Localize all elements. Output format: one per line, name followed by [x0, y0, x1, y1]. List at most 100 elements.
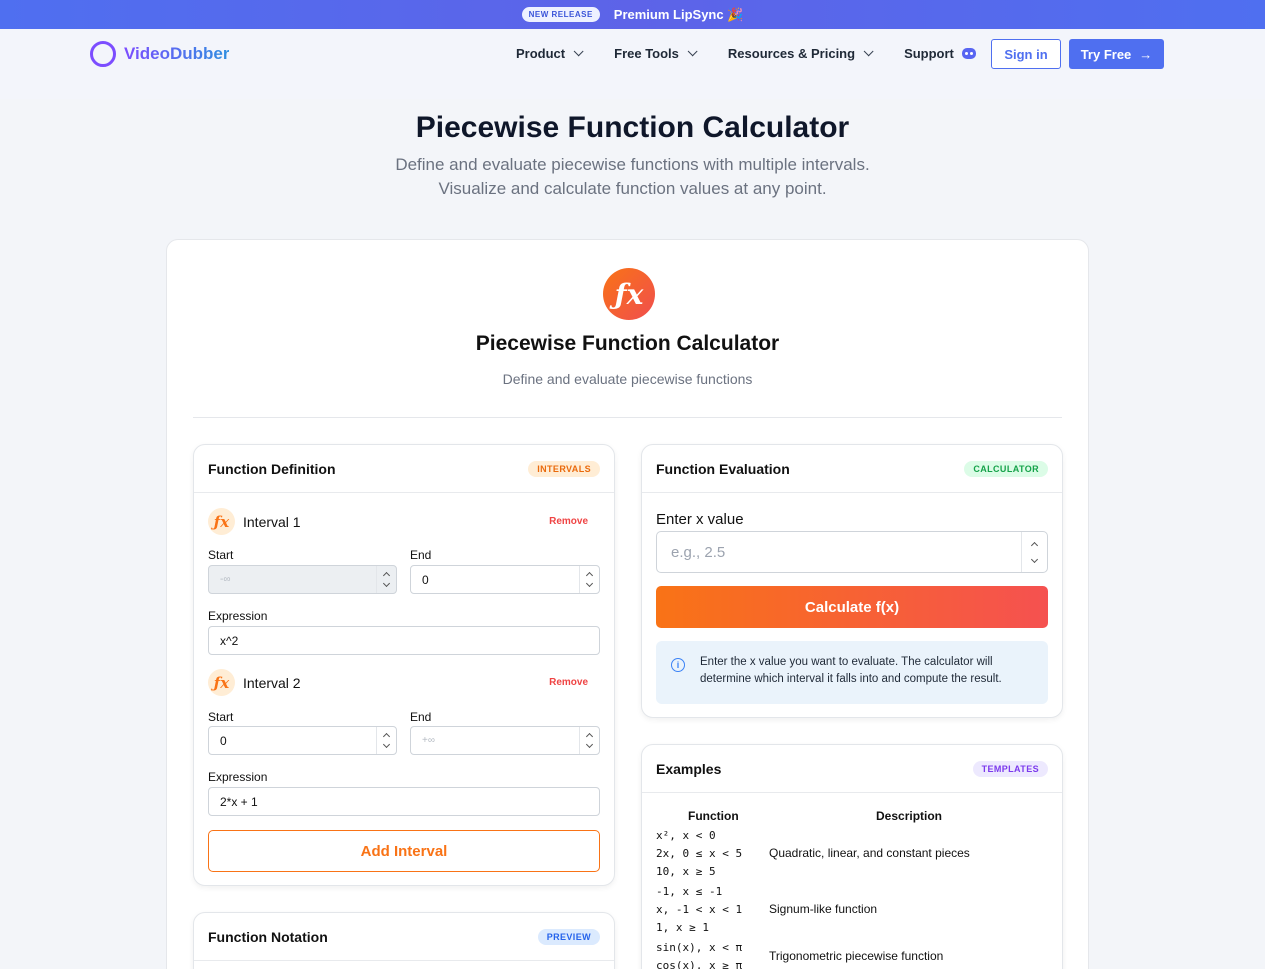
preview-badge: PREVIEW — [537, 928, 600, 945]
function-piece: 10, x ≥ 5 — [656, 865, 716, 878]
chevron-up-icon[interactable] — [382, 732, 391, 741]
info-box: i Enter the x value you want to evaluate… — [656, 641, 1048, 704]
panel-title: Function Notation — [208, 928, 328, 945]
announcement-banner[interactable]: NEW RELEASE Premium LipSync 🎉 — [0, 0, 1265, 29]
chevron-down-icon[interactable] — [585, 740, 594, 749]
end-label: End — [410, 710, 432, 724]
stepper[interactable] — [1021, 532, 1047, 572]
chevron-up-icon[interactable] — [585, 732, 594, 741]
menu-resources-label: Resources & Pricing — [727, 46, 856, 61]
panel-header: Examples TEMPLATES — [642, 745, 1062, 793]
expression-value: 2*x + 1 — [220, 794, 258, 809]
remove-interval-2-button[interactable]: Remove — [549, 677, 588, 688]
interval-1-end-input[interactable]: 0 — [410, 565, 600, 594]
interval-1-header: ƒx Interval 1 — [208, 508, 301, 535]
function-icon: ƒx — [603, 268, 655, 320]
templates-badge: TEMPLATES — [972, 760, 1048, 777]
subtitle-line-1: Define and evaluate piecewise functions … — [395, 155, 870, 174]
start-label: Start — [208, 548, 234, 562]
interval-label: Interval 2 — [243, 674, 301, 691]
card-subtitle: Define and evaluate piecewise functions — [502, 371, 753, 387]
example-row[interactable]: sin(x), x < π cos(x), x ≥ π Trigonometri… — [656, 939, 1048, 969]
chevron-down-icon — [573, 46, 584, 57]
banner-text[interactable]: Premium LipSync 🎉 — [614, 7, 744, 23]
panel-title: Function Evaluation — [656, 460, 790, 477]
discord-icon — [961, 48, 976, 59]
x-value-input[interactable]: e.g., 2.5 — [656, 531, 1048, 573]
column-header-description: Description — [876, 809, 943, 823]
chevron-up-icon — [382, 571, 391, 580]
stepper[interactable] — [579, 727, 599, 754]
function-evaluation-panel: Function Evaluation CALCULATOR Enter x v… — [641, 444, 1063, 718]
card-title: Piecewise Function Calculator — [475, 332, 780, 355]
end-placeholder: +∞ — [422, 735, 435, 746]
info-text: Enter the x value you want to evaluate. … — [700, 656, 1002, 685]
sign-in-button[interactable]: Sign in — [991, 39, 1061, 69]
start-label: Start — [208, 710, 234, 724]
calculate-button[interactable]: Calculate f(x) — [656, 586, 1048, 628]
chevron-down-icon — [687, 46, 698, 57]
example-description: Trigonometric piecewise function — [769, 949, 944, 963]
function-definition-panel: Function Definition INTERVALS ƒx Interva… — [193, 444, 615, 886]
menu-product[interactable]: Product — [516, 46, 584, 61]
menu-free-tools-label: Free Tools — [614, 46, 679, 61]
interval-1-expression-input[interactable]: x^2 — [208, 626, 600, 655]
panel-title: Function Definition — [208, 460, 336, 477]
function-piece: x², x < 0 — [656, 829, 716, 842]
examples-panel: Examples TEMPLATES Function Description … — [641, 744, 1063, 969]
end-label: End — [410, 548, 432, 562]
menu-support[interactable]: Support — [904, 46, 976, 61]
chevron-down-icon[interactable] — [585, 579, 594, 588]
column-header-function: Function — [688, 809, 739, 823]
interval-2-expression-input[interactable]: 2*x + 1 — [208, 787, 600, 816]
chevron-up-icon[interactable] — [585, 571, 594, 580]
menu-product-label: Product — [516, 46, 566, 61]
example-row[interactable]: -1, x ≤ -1 x, -1 < x < 1 1, x ≥ 1 Signum… — [656, 883, 1048, 937]
top-navigation: VideoDubber Product Free Tools Resources… — [0, 29, 1265, 99]
panel-header: Function Notation PREVIEW — [194, 913, 614, 961]
example-description: Signum-like function — [769, 902, 878, 916]
intervals-badge: INTERVALS — [528, 460, 600, 477]
example-description: Quadratic, linear, and constant pieces — [769, 846, 970, 860]
menu-resources-pricing[interactable]: Resources & Pricing — [727, 46, 874, 61]
chevron-down-icon[interactable] — [1030, 555, 1039, 563]
calculator-badge: CALCULATOR — [964, 460, 1048, 477]
new-release-pill: NEW RELEASE — [521, 7, 600, 22]
calculator-card: ƒx Piecewise Function Calculator Define … — [166, 239, 1089, 969]
function-icon: ƒx — [208, 508, 235, 535]
info-icon: i — [671, 658, 685, 672]
brand-logo[interactable]: VideoDubber — [90, 41, 229, 67]
panel-header: Function Evaluation CALCULATOR — [642, 445, 1062, 493]
stepper[interactable] — [376, 727, 396, 754]
add-interval-button[interactable]: Add Interval — [208, 830, 600, 872]
expression-label: Expression — [208, 770, 268, 784]
chevron-down-icon — [382, 579, 391, 588]
stepper[interactable] — [579, 566, 599, 593]
function-piece: 1, x ≥ 1 — [656, 921, 709, 934]
function-notation-panel: Function Notation PREVIEW — [193, 912, 615, 969]
remove-interval-1-button[interactable]: Remove — [549, 516, 588, 527]
menu-free-tools[interactable]: Free Tools — [614, 46, 698, 61]
function-piece: -1, x ≤ -1 — [656, 885, 723, 898]
interval-2-end-input[interactable]: +∞ — [410, 726, 600, 755]
x-value-placeholder: e.g., 2.5 — [671, 543, 726, 561]
menu-support-label: Support — [904, 46, 954, 61]
subtitle-line-2: Visualize and calculate function values … — [438, 179, 827, 198]
example-row[interactable]: x², x < 0 2x, 0 ≤ x < 5 10, x ≥ 5 Quadra… — [656, 827, 1048, 881]
chevron-up-icon[interactable] — [1030, 541, 1039, 549]
page-subtitle: Define and evaluate piecewise functions … — [0, 153, 1265, 201]
expression-label: Expression — [208, 609, 268, 623]
start-value: 0 — [220, 733, 227, 748]
brand-name: VideoDubber — [124, 44, 230, 63]
expression-value: x^2 — [220, 633, 239, 648]
interval-1-start-input: -∞ — [208, 565, 397, 594]
logo-ring-icon — [90, 41, 116, 67]
end-value: 0 — [422, 572, 429, 587]
chevron-down-icon[interactable] — [382, 740, 391, 749]
panel-header: Function Definition INTERVALS — [194, 445, 614, 493]
try-free-button[interactable]: Try Free → — [1069, 39, 1164, 69]
interval-2-start-input[interactable]: 0 — [208, 726, 397, 755]
interval-label: Interval 1 — [243, 513, 301, 530]
arrow-right-icon: → — [1139, 46, 1153, 62]
try-free-label: Try Free — [1080, 46, 1132, 62]
